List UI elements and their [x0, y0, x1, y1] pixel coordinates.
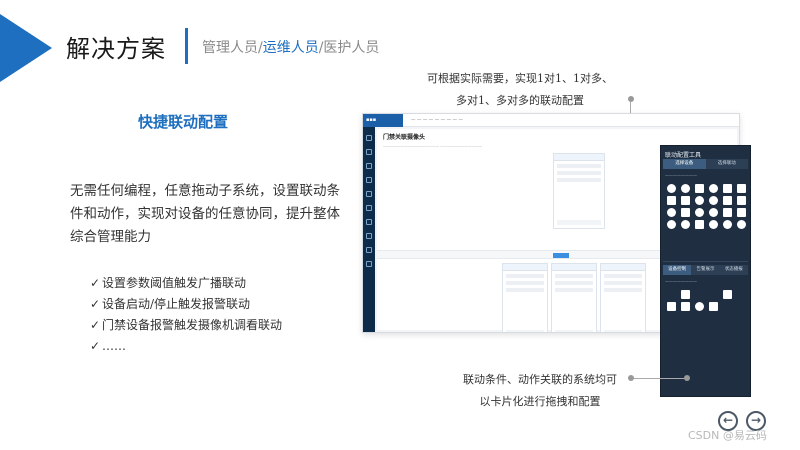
- page-subtitle: 管理人员/运维人员/医护人员: [202, 37, 379, 57]
- panel-tabs: 选择设备 选择联动: [663, 159, 748, 169]
- sidebar-icon: [366, 149, 372, 155]
- panel-hint: ————————: [665, 173, 697, 178]
- panel-tabs-lower: 设备控制 告警展示 状态播报: [663, 265, 748, 275]
- callout-bottom-line2: 以卡片化进行拖拽和配置: [479, 395, 601, 408]
- screenshot-window-title: 门禁关联摄像头: [383, 134, 426, 141]
- panel-tab[interactable]: 状态播报: [719, 265, 748, 275]
- panel-hint-lower: ————————: [665, 279, 697, 284]
- sidebar-icon: [366, 219, 372, 225]
- subtitle-part-1: 管理人员/: [202, 40, 263, 56]
- sidebar-icon: [366, 191, 372, 197]
- check-icon: ✓: [90, 318, 101, 332]
- callout-top-line1: 可根据实际需要，实现1对1、1对多、: [427, 72, 613, 85]
- device-icon[interactable]: [723, 196, 732, 205]
- action-card[interactable]: [551, 263, 597, 332]
- device-icon[interactable]: [667, 208, 676, 217]
- device-icon[interactable]: [667, 196, 676, 205]
- device-icon[interactable]: [723, 208, 732, 217]
- device-icon[interactable]: [681, 208, 690, 217]
- check-icon: ✓: [90, 297, 101, 311]
- device-icon-grid: [661, 182, 750, 231]
- device-icon[interactable]: [681, 196, 690, 205]
- callout-top: 可根据实际需要，实现1对1、1对多、 多对1、多对多的联动配置: [420, 68, 620, 112]
- action-icon[interactable]: [695, 302, 704, 311]
- subtitle-part-3: /医护人员: [318, 40, 380, 56]
- device-icon[interactable]: [709, 220, 718, 229]
- panel-tab[interactable]: 选择设备: [663, 159, 706, 169]
- device-icon[interactable]: [695, 220, 704, 229]
- sidebar-icon: [366, 261, 372, 267]
- callout-top-line2: 多对1、多对多的联动配置: [456, 94, 584, 107]
- linkage-tool-panel: 联动配置工具 选择设备 选择联动 ———————— 设备控制 告警展示 状态播报…: [660, 145, 751, 397]
- callout-bottom: 联动条件、动作关联的系统均可 以卡片化进行拖拽和配置: [450, 369, 630, 413]
- watermark: CSDN @易云码: [688, 429, 767, 442]
- action-icon[interactable]: [667, 302, 676, 311]
- action-icon[interactable]: [681, 290, 690, 299]
- action-icon[interactable]: [681, 302, 690, 311]
- feature-item-label: 设置参数阈值触发广播联动: [102, 276, 247, 290]
- feature-list: ✓ 设置参数阈值触发广播联动 ✓ 设备启动/停止触发报警联动 ✓ 门禁设备报警触发摄像…: [90, 273, 282, 357]
- action-card[interactable]: [600, 263, 646, 332]
- sidebar-icon: [366, 135, 372, 141]
- section-title: 快捷联动配置: [138, 113, 229, 131]
- panel-tab[interactable]: 告警展示: [691, 265, 720, 275]
- device-icon[interactable]: [737, 184, 746, 193]
- feature-item: ✓……: [90, 336, 282, 357]
- device-icon[interactable]: [709, 184, 718, 193]
- device-icon[interactable]: [667, 184, 676, 193]
- page-title: 解决方案: [66, 35, 166, 63]
- subtitle-part-highlight: 运维人员: [262, 40, 319, 56]
- sidebar-icon: [366, 205, 372, 211]
- device-icon[interactable]: [709, 196, 718, 205]
- sidebar-icon: [366, 163, 372, 169]
- callout-bottom-leader: [630, 378, 686, 379]
- screenshot-sidebar: [363, 127, 375, 332]
- feature-item-label: 设备启动/停止触发报警联动: [102, 297, 251, 311]
- device-icon[interactable]: [723, 184, 732, 193]
- feature-item-label: 门禁设备报警触发摄像机调看联动: [102, 318, 283, 332]
- sidebar-icon: [366, 177, 372, 183]
- source-card[interactable]: [553, 153, 605, 229]
- device-icon[interactable]: [723, 220, 732, 229]
- device-icon[interactable]: [737, 220, 746, 229]
- check-icon: ✓: [90, 276, 101, 290]
- callout-bottom-dot-left: [628, 375, 634, 381]
- device-icon[interactable]: [681, 184, 690, 193]
- action-icon[interactable]: [723, 290, 732, 299]
- device-icon[interactable]: [709, 208, 718, 217]
- panel-title: 联动配置工具: [665, 152, 702, 159]
- action-card[interactable]: [502, 263, 548, 332]
- device-icon[interactable]: [695, 208, 704, 217]
- feature-item: ✓ 门禁设备报警触发摄像机调看联动: [90, 315, 282, 336]
- screenshot-topbar: ▪▪▪ — — — — — — — — —: [363, 114, 739, 127]
- panel-tab[interactable]: 选择联动: [705, 159, 748, 169]
- sidebar-icon: [366, 233, 372, 239]
- callout-bottom-line1: 联动条件、动作关联的系统均可: [463, 373, 617, 386]
- screenshot-logo: ▪▪▪: [363, 114, 403, 127]
- sidebar-icon: [366, 247, 372, 253]
- device-icon[interactable]: [681, 220, 690, 229]
- feature-item-label: ……: [102, 339, 126, 353]
- device-icon[interactable]: [695, 184, 704, 193]
- action-icon-grid: [661, 288, 750, 313]
- action-icon[interactable]: [709, 302, 718, 311]
- check-icon: ✓: [90, 339, 101, 353]
- header-triangle-decoration: [0, 14, 52, 82]
- device-icon[interactable]: [737, 208, 746, 217]
- section-description: 无需任何编程，任意拖动子系统，设置联动条件和动作，实现对设备的任意协同，提升整体…: [70, 183, 340, 245]
- screenshot-breadcrumb: — — — — — — — — —: [411, 118, 463, 123]
- callout-bottom-dot-right: [684, 375, 690, 381]
- device-icon[interactable]: [695, 196, 704, 205]
- callout-top-dot: [628, 96, 634, 102]
- header-divider: [185, 28, 188, 64]
- feature-item: ✓ 设置参数阈值触发广播联动: [90, 273, 282, 294]
- device-icon[interactable]: [667, 220, 676, 229]
- feature-item: ✓ 设备启动/停止触发报警联动: [90, 294, 282, 315]
- device-icon[interactable]: [737, 196, 746, 205]
- panel-tab[interactable]: 设备控制: [663, 265, 692, 275]
